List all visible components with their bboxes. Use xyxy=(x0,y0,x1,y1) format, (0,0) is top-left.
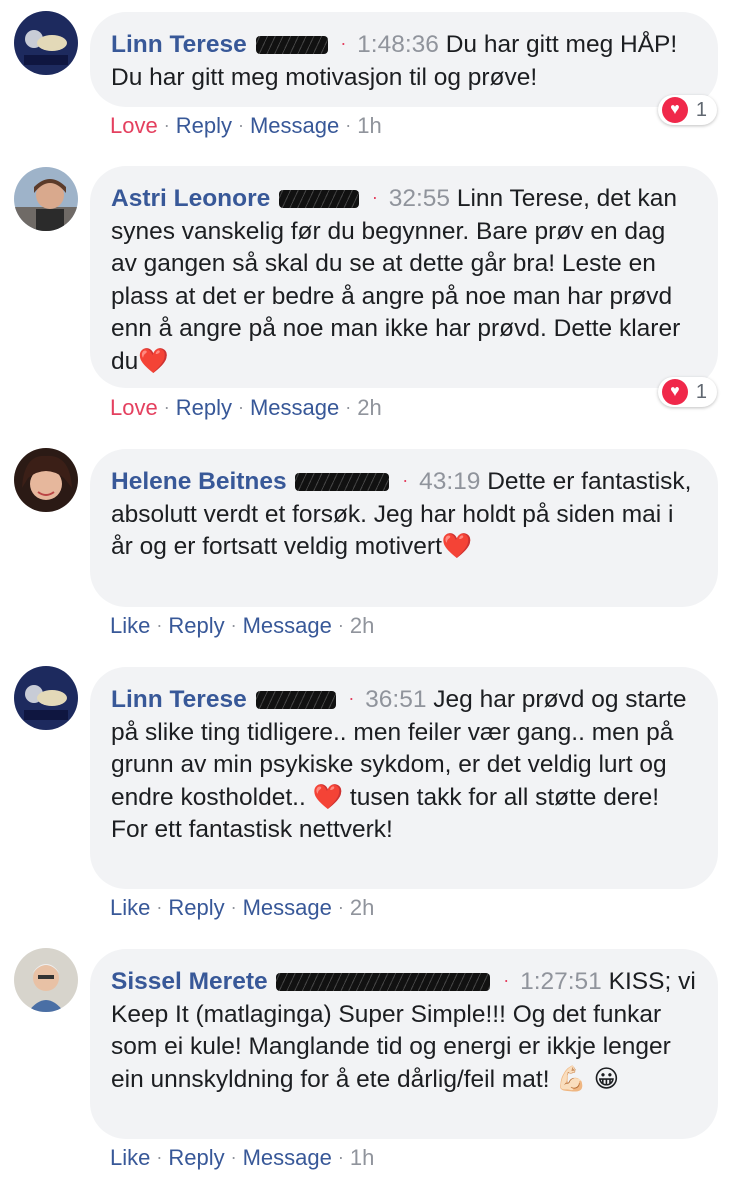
redacted-surname xyxy=(295,473,390,491)
grinning-face-icon: 😀 xyxy=(593,1065,620,1093)
redacted-surname xyxy=(255,36,328,54)
comment-text: Linn Terese, det kan synes vanskelig før… xyxy=(111,185,681,375)
reply-button[interactable]: Reply xyxy=(176,395,232,420)
reply-button[interactable]: Reply xyxy=(168,613,224,638)
avatar[interactable] xyxy=(14,666,78,730)
comment-bubble: Helene Beitnes · 43:19 Dette er fantasti… xyxy=(90,449,718,607)
love-reaction-icon: ♥ xyxy=(661,97,688,123)
heart-emoji-icon: ❤️ xyxy=(441,533,473,560)
love-button[interactable]: Love xyxy=(110,395,158,420)
redacted-surname xyxy=(276,973,491,991)
comment-actions: Love · Reply · Message · 2h xyxy=(110,395,382,420)
redacted-surname xyxy=(255,691,336,709)
avatar[interactable] xyxy=(14,948,78,1012)
avatar[interactable] xyxy=(14,11,78,75)
love-reaction-icon: ♥ xyxy=(661,379,688,405)
comment-age[interactable]: 2h xyxy=(350,613,374,638)
author-name[interactable]: Linn Terese xyxy=(111,686,247,713)
like-button[interactable]: Like xyxy=(110,613,150,638)
reaction-badge[interactable]: ♥ 1 xyxy=(657,95,717,125)
message-button[interactable]: Message xyxy=(250,113,339,138)
comment-actions: Like · Reply · Message · 2h xyxy=(110,613,375,638)
author-name[interactable]: Astri Leonore xyxy=(111,185,270,212)
video-timestamp[interactable]: 43:19 xyxy=(419,468,480,495)
heart-emoji-icon: ❤️ xyxy=(312,783,344,811)
like-button[interactable]: Like xyxy=(110,895,150,920)
separator-dot: · xyxy=(503,970,510,990)
reaction-count: 1 xyxy=(695,380,707,403)
heart-emoji-icon: ❤️ xyxy=(138,347,169,375)
comment-age[interactable]: 2h xyxy=(357,395,381,420)
comment-age[interactable]: 1h xyxy=(350,1145,374,1170)
message-button[interactable]: Message xyxy=(250,395,339,420)
message-button[interactable]: Message xyxy=(243,613,332,638)
reaction-badge[interactable]: ♥ 1 xyxy=(657,377,717,407)
love-button[interactable]: Love xyxy=(110,113,158,138)
author-name[interactable]: Helene Beitnes xyxy=(111,468,287,495)
avatar[interactable] xyxy=(14,167,78,231)
comment-bubble: Astri Leonore · 32:55 Linn Terese, det k… xyxy=(90,166,718,388)
comment-actions: Love · Reply · Message · 1h xyxy=(110,113,382,138)
message-button[interactable]: Message xyxy=(243,1145,332,1170)
redacted-surname xyxy=(279,190,360,208)
message-button[interactable]: Message xyxy=(243,895,332,920)
reply-button[interactable]: Reply xyxy=(168,895,224,920)
avatar[interactable] xyxy=(14,448,78,512)
reaction-count: 1 xyxy=(695,98,707,121)
separator-dot: · xyxy=(371,187,378,207)
comment-bubble: Linn Terese · 36:51 Jeg har prøvd og sta… xyxy=(90,667,718,889)
reply-button[interactable]: Reply xyxy=(168,1145,224,1170)
comment-actions: Like · Reply · Message · 2h xyxy=(110,895,375,920)
video-timestamp[interactable]: 32:55 xyxy=(389,185,450,212)
separator-dot: · xyxy=(348,688,355,708)
video-timestamp[interactable]: 1:48:36 xyxy=(357,31,439,58)
video-timestamp[interactable]: 1:27:51 xyxy=(520,968,602,995)
comment-age[interactable]: 1h xyxy=(357,113,381,138)
flexed-biceps-icon: 💪🏻 xyxy=(556,1065,587,1093)
separator-dot: · xyxy=(402,470,409,490)
comment-actions: Like · Reply · Message · 1h xyxy=(110,1145,375,1170)
video-timestamp[interactable]: 36:51 xyxy=(365,686,426,713)
reply-button[interactable]: Reply xyxy=(176,113,232,138)
like-button[interactable]: Like xyxy=(110,1145,150,1170)
comment-age[interactable]: 2h xyxy=(350,895,374,920)
comment-bubble: Sissel Merete · 1:27:51 KISS; vi Keep It… xyxy=(90,949,718,1139)
separator-dot: · xyxy=(340,33,347,53)
author-name[interactable]: Linn Terese xyxy=(111,31,247,58)
author-name[interactable]: Sissel Merete xyxy=(111,968,268,995)
comment-bubble: Linn Terese · 1:48:36 Du har gitt meg HÅ… xyxy=(90,12,718,107)
